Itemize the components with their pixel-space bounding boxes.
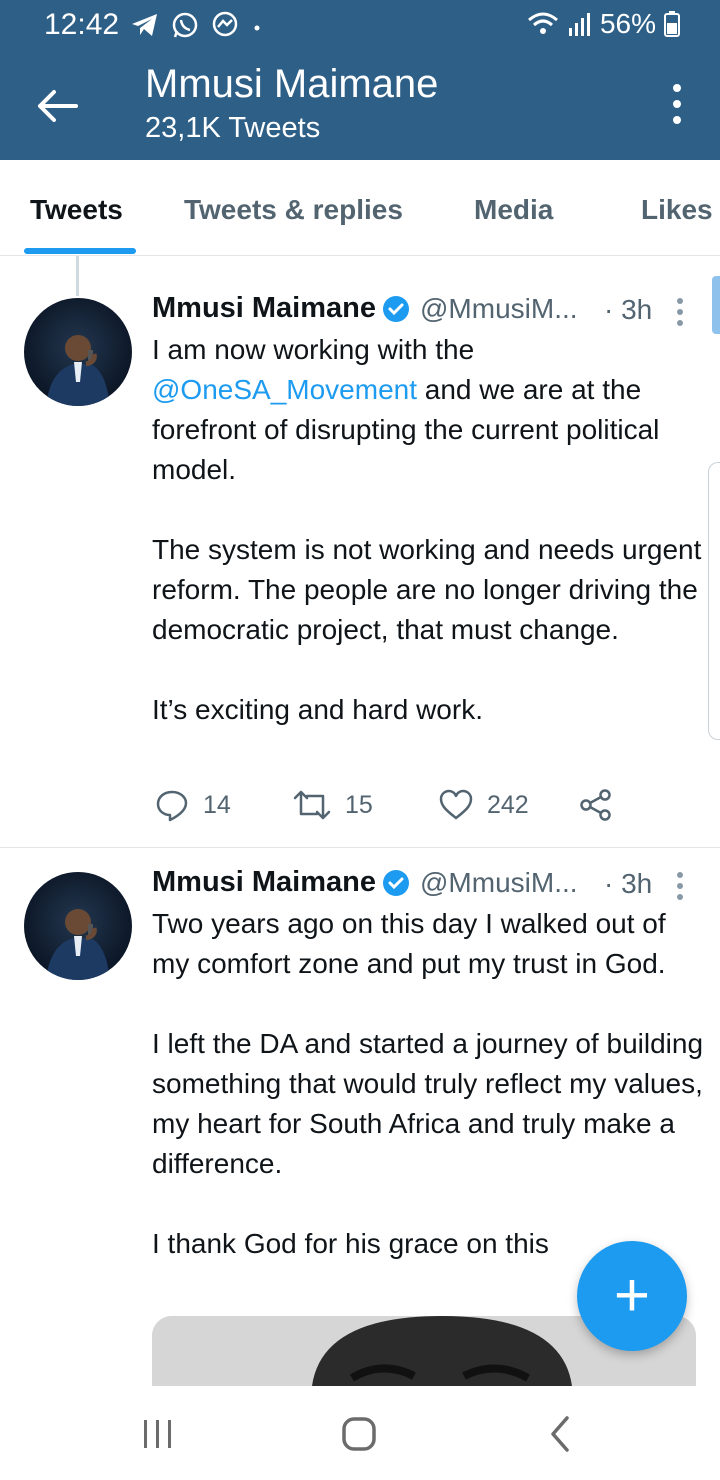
author-name[interactable]: Mmusi Maimane [152, 866, 376, 899]
reply-button[interactable]: 14 [155, 788, 293, 822]
tab-likes[interactable]: Likes [641, 194, 713, 226]
reply-icon [156, 790, 188, 822]
reply-count: 14 [203, 790, 231, 819]
tweet-paragraph: Two years ago on this day I walked out o… [152, 908, 666, 979]
signal-icon [568, 13, 590, 36]
thread-line [76, 256, 79, 296]
profile-photo [46, 909, 110, 980]
avatar[interactable] [24, 872, 132, 980]
share-button[interactable] [579, 788, 613, 822]
avatar[interactable] [24, 298, 132, 406]
tweet-paragraph: The system is not working and needs urge… [152, 534, 702, 645]
mention-link[interactable]: @OneSA_Movement [152, 374, 417, 405]
share-icon [580, 789, 611, 821]
edge-panel-handle[interactable] [708, 462, 720, 740]
verified-badge-icon [383, 295, 409, 322]
battery-icon [664, 11, 680, 37]
tab-tweets-replies[interactable]: Tweets & replies [184, 194, 403, 226]
tab-tweets[interactable]: Tweets [30, 194, 123, 226]
retweet-icon [293, 790, 331, 820]
tweet-header: Mmusi Maimane @MmusiM... [152, 866, 578, 899]
heart-icon [439, 789, 473, 820]
status-bar: 12:42 56% [0, 0, 720, 50]
system-nav-bar [0, 1386, 720, 1480]
more-options-icon[interactable] [668, 82, 686, 126]
tab-media[interactable]: Media [474, 194, 553, 226]
status-right: 56% [526, 8, 680, 40]
profile-photo [46, 335, 110, 406]
divider [0, 847, 720, 848]
tweet-paragraph: It’s exciting and hard work. [152, 694, 483, 725]
profile-tabs: Tweets Tweets & replies Media Likes [0, 160, 720, 256]
tweet-header: Mmusi Maimane @MmusiM... [152, 292, 578, 325]
telegram-icon [132, 14, 157, 36]
recent-apps-icon[interactable] [138, 1414, 178, 1454]
status-time: 12:42 [44, 8, 120, 41]
back-icon[interactable] [541, 1414, 581, 1454]
verified-badge-icon [383, 869, 409, 896]
tweet-menu-icon[interactable] [675, 296, 685, 328]
retweet-button[interactable]: 15 [293, 788, 439, 822]
tweet-time: · 3h [604, 868, 653, 899]
tweet-paragraph: I left the DA and started a journey of b… [152, 1028, 704, 1179]
tweet-time: · 3h [604, 294, 653, 325]
author-handle[interactable]: @MmusiM... [420, 293, 578, 325]
tweet-menu-icon[interactable] [675, 870, 685, 902]
profile-title: Mmusi Maimane [145, 62, 439, 106]
tweet-actions: 14 15 242 [155, 788, 613, 822]
scrollbar[interactable] [712, 276, 720, 334]
battery-percent: 56% [599, 8, 656, 39]
compose-tweet-button[interactable]: + [577, 1241, 687, 1351]
back-arrow-icon[interactable] [30, 78, 86, 134]
like-button[interactable]: 242 [439, 789, 579, 821]
active-tab-indicator [24, 248, 136, 254]
author-name[interactable]: Mmusi Maimane [152, 292, 376, 325]
tweet-paragraph: I am now working with the @OneSA_Movemen… [152, 334, 660, 485]
dot-icon [254, 25, 260, 31]
tweet-text: I am now working with the @OneSA_Movemen… [152, 330, 704, 730]
notification-icons [130, 10, 264, 40]
author-handle[interactable]: @MmusiM... [420, 867, 578, 899]
wifi-icon [527, 12, 558, 34]
tweet-count: 23,1K Tweets [145, 112, 321, 144]
tweet-text: Two years ago on this day I walked out o… [152, 904, 704, 1264]
home-icon[interactable] [339, 1414, 379, 1454]
plus-icon: + [613, 1261, 651, 1330]
like-count: 242 [487, 790, 529, 819]
messenger-icon [212, 11, 238, 37]
retweet-count: 15 [345, 790, 373, 819]
whatsapp-icon [172, 12, 198, 38]
app-header: 12:42 56% Mmusi Maimane 23,1K Tweets [0, 0, 720, 160]
